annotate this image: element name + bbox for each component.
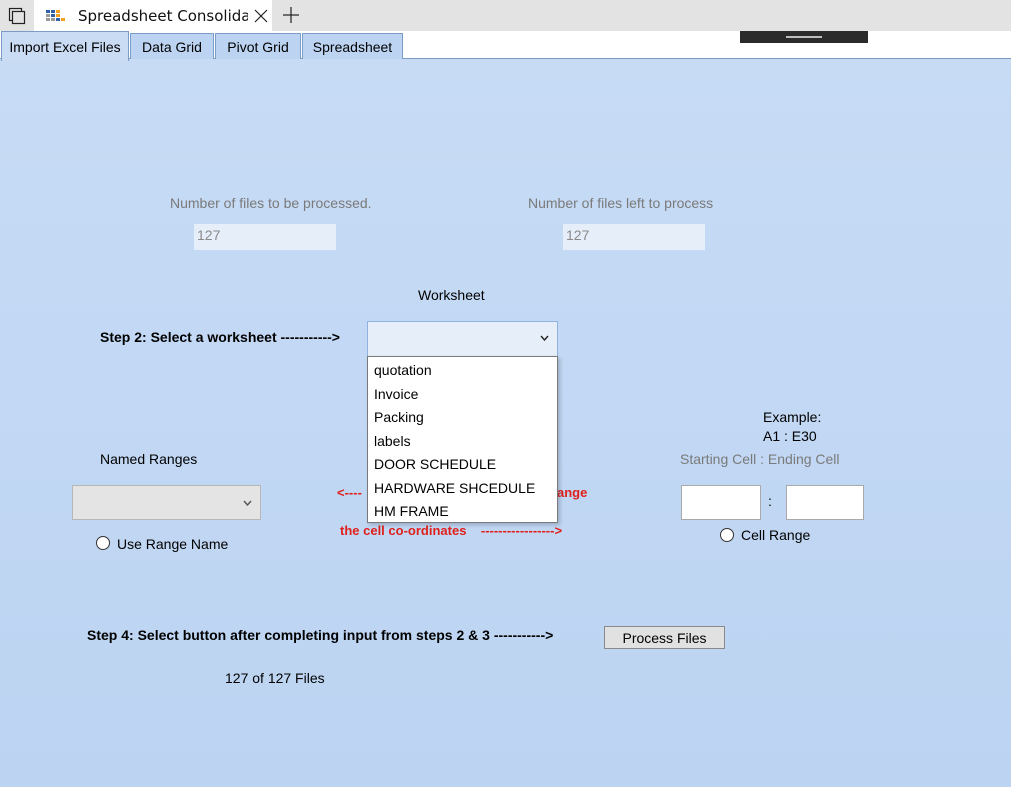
step3-text-right: ange	[557, 485, 588, 500]
cell-range-radio[interactable]	[720, 528, 734, 542]
files-left-label: Number of files left to process	[528, 195, 714, 211]
step2-label: Step 2: Select a worksheet ----------->	[100, 329, 340, 345]
option-door-schedule[interactable]: DOOR SCHEDULE	[374, 456, 496, 472]
option-hm-frame[interactable]: HM FRAME	[374, 503, 449, 519]
progress-status: 127 of 127 Files	[225, 670, 325, 686]
tab-pivot-grid[interactable]: Pivot Grid	[215, 33, 301, 60]
window-tab[interactable]: Spreadsheet Consolida	[34, 0, 272, 31]
option-labels[interactable]: labels	[374, 433, 411, 449]
plus-icon[interactable]	[278, 2, 304, 28]
files-to-process-label: Number of files to be processed.	[170, 195, 372, 211]
step3-arrow-left: <----	[337, 485, 362, 500]
chevron-down-icon	[540, 335, 549, 341]
option-quotation[interactable]: quotation	[374, 362, 432, 378]
example-label: Example:	[763, 409, 822, 425]
task-switcher-icon[interactable]	[0, 0, 34, 31]
option-invoice[interactable]: Invoice	[374, 386, 418, 402]
title-bar: Spreadsheet Consolida	[0, 0, 1011, 31]
end-cell-input[interactable]	[786, 485, 864, 520]
named-ranges-combobox[interactable]	[72, 485, 261, 520]
process-files-button[interactable]: Process Files	[604, 626, 725, 649]
cell-range-separator: :	[768, 493, 772, 509]
cell-range-hint: Starting Cell : Ending Cell	[680, 451, 840, 467]
option-packing[interactable]: Packing	[374, 409, 424, 425]
use-range-name-radio[interactable]	[96, 536, 110, 550]
cell-range-radio-label: Cell Range	[741, 527, 811, 543]
chevron-down-icon	[243, 500, 252, 506]
worksheet-dropdown-list: quotation Invoice Packing labels DOOR SC…	[367, 356, 558, 523]
window-title: Spreadsheet Consolida	[78, 6, 248, 25]
close-icon[interactable]	[254, 9, 268, 23]
step4-label: Step 4: Select button after completing i…	[87, 627, 554, 643]
option-hardware-schedule[interactable]: HARDWARE SHCEDULE	[374, 480, 535, 496]
start-cell-input[interactable]	[681, 485, 761, 520]
app-icon	[46, 9, 65, 21]
named-ranges-label: Named Ranges	[100, 451, 198, 467]
worksheet-label: Worksheet	[418, 287, 485, 303]
tab-data-grid[interactable]: Data Grid	[130, 33, 214, 60]
worksheet-combobox[interactable]	[367, 321, 558, 357]
example-value: A1 : E30	[763, 428, 817, 444]
tab-spreadsheet[interactable]: Spreadsheet	[302, 33, 403, 60]
drag-handle[interactable]	[740, 31, 868, 43]
step3-instructions: the cell co-ordinates ----------------->	[340, 523, 563, 538]
files-left-field: 127	[563, 224, 705, 250]
tab-import-excel-files[interactable]: Import Excel Files	[1, 31, 129, 61]
use-range-name-label: Use Range Name	[117, 536, 229, 552]
files-to-process-field: 127	[194, 224, 336, 250]
